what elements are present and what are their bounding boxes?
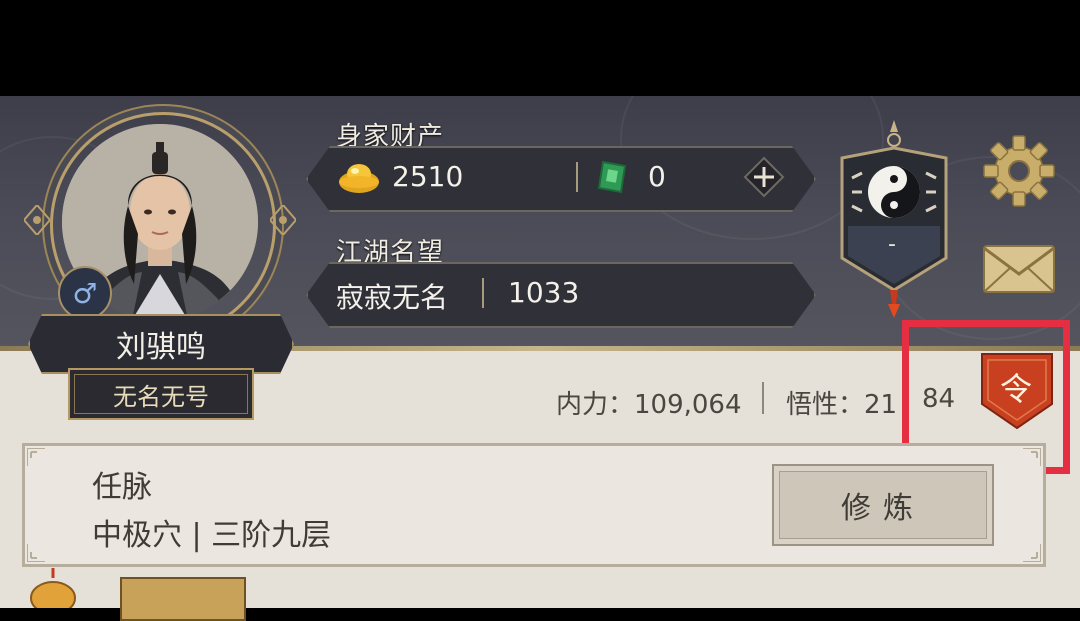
reputation-value: 1033 — [508, 276, 580, 309]
sect-badge-value: - — [888, 232, 896, 257]
corner-ornament-icon — [27, 448, 45, 466]
comprehension-stat-tail: 84 — [922, 384, 956, 414]
gender-male-icon: ♂ — [58, 266, 112, 320]
gold-ingot-icon — [339, 164, 379, 193]
wealth-plate — [306, 146, 816, 212]
inner-power-stat: 内力：109,064 — [556, 390, 742, 420]
yin-yang-icon — [840, 120, 948, 318]
reputation-rank: 寂寂无名 — [336, 281, 449, 314]
corner-ornament-icon — [1023, 544, 1041, 562]
player-name-text: 刘骐鸣 — [116, 330, 206, 365]
corner-ornament-icon — [1023, 448, 1041, 466]
sect-badge[interactable]: - — [834, 118, 954, 318]
wealth-separator — [576, 162, 578, 192]
top-black-bar — [0, 0, 1080, 96]
lantern-icon[interactable] — [28, 568, 78, 608]
meridian-name: 任脉 — [92, 470, 152, 505]
book-icon[interactable] — [120, 577, 246, 621]
player-name: 刘骐鸣 — [28, 314, 294, 374]
gear-icon — [983, 135, 1055, 207]
comprehension-stat: 悟性：21 — [786, 390, 898, 420]
player-title-badge[interactable]: 无名无号 — [68, 368, 254, 420]
corner-ornament-icon — [27, 544, 45, 562]
jade-token-icon — [597, 160, 627, 194]
gold-amount: 2510 — [392, 160, 464, 193]
ornament-right-icon — [270, 205, 296, 235]
meridian-detail: 中极穴 | 三阶九层 — [92, 518, 332, 553]
plus-icon — [743, 156, 785, 198]
train-button[interactable]: 修炼 — [772, 464, 994, 546]
train-button-label: 修炼 — [841, 491, 925, 526]
ornament-left-icon — [24, 205, 50, 235]
player-title-text: 无名无号 — [113, 382, 209, 411]
jade-amount: 0 — [648, 160, 666, 193]
reputation-separator — [482, 278, 484, 308]
settings-button[interactable] — [982, 134, 1056, 208]
mail-icon — [983, 245, 1055, 293]
stats-separator — [762, 382, 764, 414]
add-currency-button[interactable] — [743, 156, 785, 198]
mail-button[interactable] — [982, 244, 1056, 294]
